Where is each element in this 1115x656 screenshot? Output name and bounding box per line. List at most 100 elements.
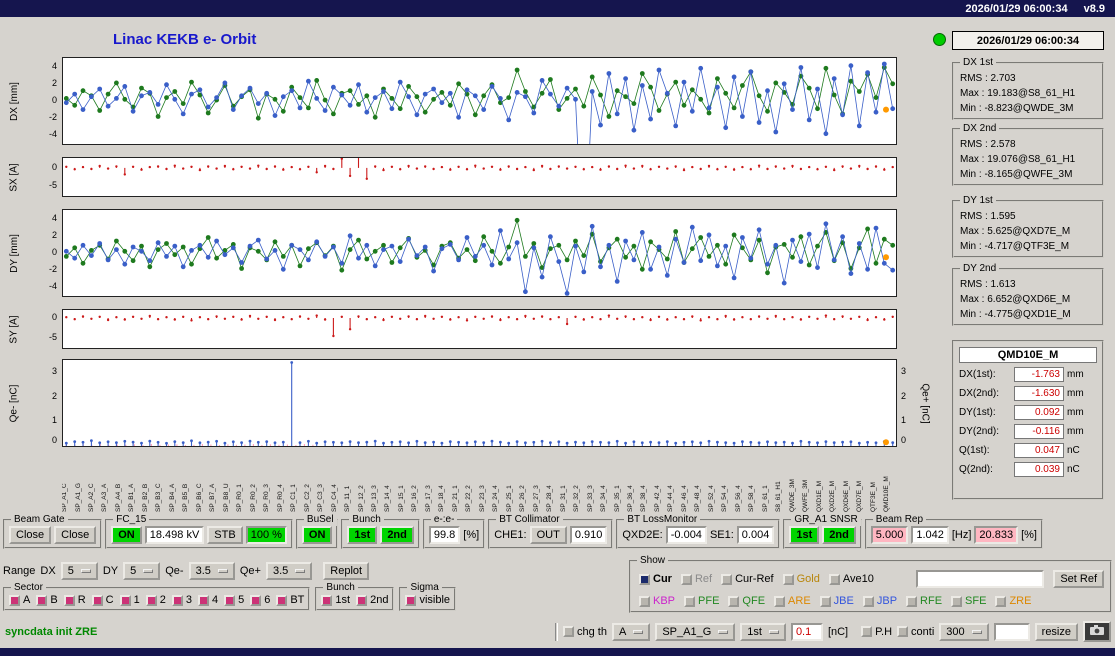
- sector-3-checkbox[interactable]: 3: [171, 594, 192, 606]
- sx-plot: [62, 157, 897, 197]
- resize-button[interactable]: resize: [1034, 622, 1078, 641]
- bunch-number-select[interactable]: 1st: [740, 622, 786, 641]
- range-dx-select[interactable]: 5: [60, 562, 98, 580]
- show-are-checkbox[interactable]: ARE: [774, 595, 811, 607]
- sector-a-checkbox[interactable]: A: [9, 594, 30, 606]
- fc15-on-button[interactable]: ON: [111, 526, 142, 544]
- checkbox-box[interactable]: [224, 594, 236, 606]
- checkbox-box[interactable]: [405, 594, 417, 606]
- show-gold-checkbox[interactable]: Gold: [782, 573, 820, 585]
- sector-c-checkbox[interactable]: C: [91, 594, 114, 606]
- checkbox-box[interactable]: [782, 573, 794, 585]
- checkbox-box[interactable]: [250, 594, 262, 606]
- sector-2-checkbox[interactable]: 2: [145, 594, 166, 606]
- charge-threshold-input[interactable]: [790, 622, 823, 641]
- show-curref-checkbox[interactable]: Cur-Ref: [721, 573, 774, 585]
- bpm-detail-row: DY(2nd): -0.116 mm: [959, 424, 1097, 439]
- checkbox-box[interactable]: [119, 594, 131, 606]
- sector-bt-checkbox[interactable]: BT: [276, 594, 304, 606]
- replot-button[interactable]: Replot: [323, 562, 370, 580]
- min-value: Min : -8.823@QWDE_3M: [960, 103, 1074, 114]
- checkbox-box[interactable]: [36, 594, 48, 606]
- checkbox-box[interactable]: [321, 594, 333, 606]
- camera-button[interactable]: [1083, 621, 1111, 642]
- busel-group: BuSel ON: [295, 514, 339, 549]
- checkbox-box[interactable]: [639, 573, 650, 585]
- checkbox-box[interactable]: [728, 595, 740, 607]
- show-rfe-checkbox[interactable]: RFE: [906, 595, 942, 607]
- bpm-label: SP_27_3: [532, 485, 540, 512]
- show-sfe-checkbox[interactable]: SFE: [951, 595, 986, 607]
- checkbox-box[interactable]: [861, 626, 873, 637]
- bunch-1st-button[interactable]: 1st: [347, 526, 378, 544]
- checkbox-box[interactable]: [563, 626, 575, 637]
- sector-r-checkbox[interactable]: R: [63, 594, 86, 606]
- show-jbp-checkbox[interactable]: JBP: [862, 595, 897, 607]
- bpm-select[interactable]: SP_A1_G: [655, 622, 736, 641]
- ph-checkbox[interactable]: P.H: [861, 626, 892, 638]
- sector-5-checkbox[interactable]: 5: [224, 594, 244, 606]
- gr-snsr-1st-button[interactable]: 1st: [789, 526, 820, 544]
- sector-title: Sector: [11, 582, 46, 594]
- checkbox-box[interactable]: [819, 595, 831, 607]
- sector-4-checkbox[interactable]: 4: [197, 594, 218, 606]
- show-ave10-checkbox[interactable]: Ave10: [828, 573, 874, 585]
- beam-gate-close-2-button[interactable]: Close: [54, 526, 97, 544]
- checkbox-box[interactable]: [774, 595, 786, 607]
- show-jbe-checkbox[interactable]: JBE: [819, 595, 854, 607]
- checkbox-box[interactable]: [276, 594, 288, 606]
- sector-6-checkbox[interactable]: 6: [250, 594, 270, 606]
- ref-file-input[interactable]: [916, 570, 1045, 588]
- range-qe-minus-select[interactable]: 3.5: [188, 562, 235, 580]
- che1-out-button[interactable]: OUT: [529, 526, 567, 544]
- busel-on-button[interactable]: ON: [301, 526, 333, 544]
- sector-b-checkbox[interactable]: B: [36, 594, 58, 606]
- checkbox-box[interactable]: [721, 573, 733, 585]
- checkbox-box[interactable]: [897, 626, 909, 637]
- checkbox-box[interactable]: [197, 594, 209, 606]
- bpm-label: SP_B3_C: [155, 483, 163, 512]
- bpm-label: SP_A2_C: [88, 483, 95, 512]
- show-kbp-checkbox[interactable]: KBP: [639, 595, 675, 607]
- checkbox-box[interactable]: [9, 594, 20, 606]
- range-qe-plus-select[interactable]: 3.5: [265, 562, 313, 580]
- bunch-2nd-button[interactable]: 2nd: [380, 526, 414, 544]
- checkbox-box[interactable]: [828, 573, 840, 585]
- checkbox-box[interactable]: [91, 594, 103, 606]
- checkbox-box[interactable]: [145, 594, 157, 606]
- option-menu-indicator: [217, 569, 228, 573]
- show-qfe-checkbox[interactable]: QFE: [728, 595, 765, 607]
- checkbox-box[interactable]: [680, 573, 692, 585]
- fc15-stb-button[interactable]: STB: [207, 526, 243, 544]
- bunch-select-2nd-checkbox[interactable]: 2nd: [356, 594, 388, 606]
- range-dy-select[interactable]: 5: [123, 562, 161, 580]
- gr-snsr-2nd-button[interactable]: 2nd: [822, 526, 856, 544]
- checkbox-box[interactable]: [951, 595, 963, 607]
- show-zre-checkbox[interactable]: ZRE: [995, 595, 1031, 607]
- bunch-select-1st-checkbox[interactable]: 1st: [321, 594, 350, 606]
- count-select[interactable]: 300: [939, 622, 989, 641]
- show-cur-checkbox[interactable]: Cur: [639, 573, 672, 585]
- conti-checkbox[interactable]: conti: [897, 626, 934, 638]
- beam-gate-close-1-button[interactable]: Close: [9, 526, 52, 544]
- checkbox-box[interactable]: [906, 595, 918, 607]
- set-ref-button[interactable]: Set Ref: [1053, 570, 1104, 588]
- show-ref-checkbox[interactable]: Ref: [680, 573, 712, 585]
- show-pfe-checkbox[interactable]: PFE: [684, 595, 719, 607]
- checkbox-box[interactable]: [995, 595, 1007, 607]
- sector-select[interactable]: A: [611, 622, 651, 641]
- topbar-datetime: 2026/01/29 06:00:34: [965, 2, 1068, 15]
- checkbox-box[interactable]: [639, 595, 650, 607]
- checkbox-box[interactable]: [356, 594, 368, 606]
- bpm-detail-label: DX(1st):: [959, 369, 996, 380]
- count-input[interactable]: [993, 622, 1030, 641]
- bpm-label: SP_22_2: [465, 485, 473, 512]
- checkbox-box[interactable]: [862, 595, 874, 607]
- sigma-visible-checkbox[interactable]: visible: [405, 594, 450, 606]
- checkbox-box[interactable]: [63, 594, 75, 606]
- sector-1-checkbox[interactable]: 1: [119, 594, 140, 606]
- checkbox-box[interactable]: [171, 594, 183, 606]
- sy-y-ticks: 0 -5: [28, 309, 60, 349]
- checkbox-box[interactable]: [684, 595, 696, 607]
- chg-th-checkbox[interactable]: chg th: [563, 626, 607, 638]
